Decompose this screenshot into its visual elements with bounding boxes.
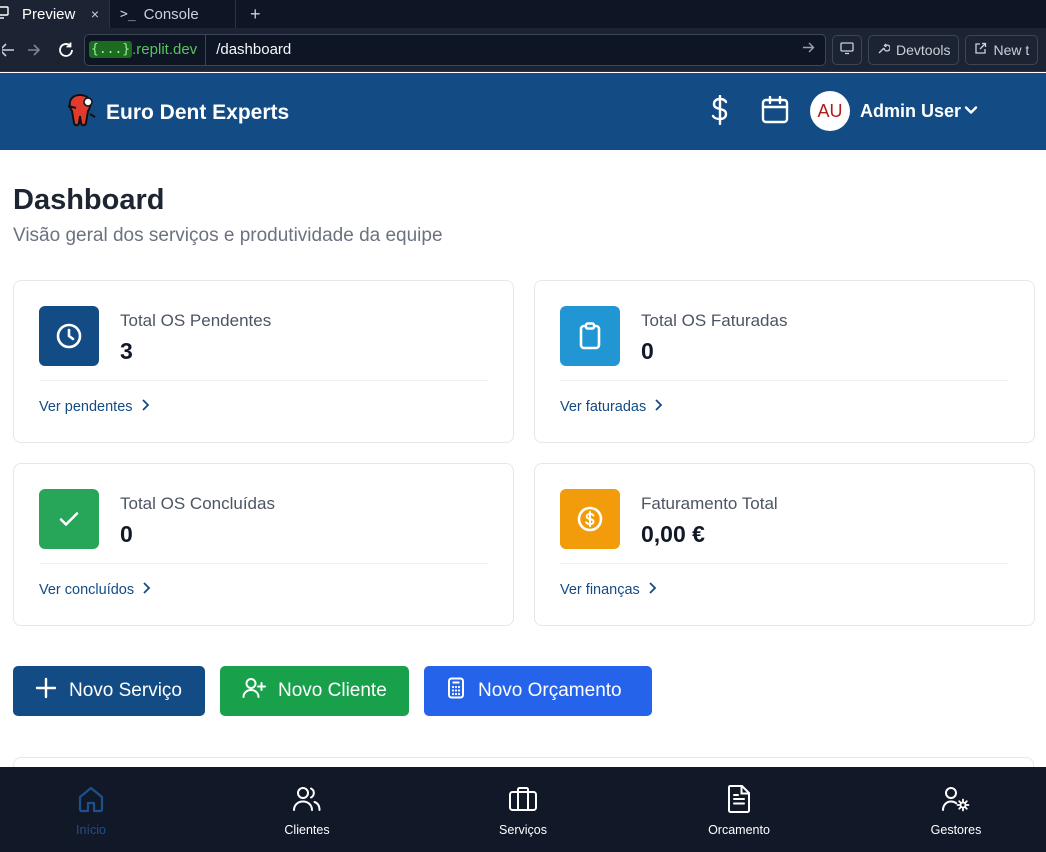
novo-orcamento-button[interactable]: Novo Orçamento: [424, 666, 652, 716]
clipboard-icon: [560, 306, 620, 366]
page-subtitle: Visão geral dos serviços e produtividade…: [13, 225, 443, 246]
browser-url-bar: {...} .replit.dev /dashboard Devtools Ne…: [0, 28, 1046, 72]
tooth-logo-icon: [64, 92, 98, 133]
plus-icon: [35, 677, 57, 705]
dollar-coin-icon: [560, 489, 620, 549]
nav-label: Gestores: [930, 823, 982, 837]
check-icon: [39, 489, 99, 549]
file-text-icon: [726, 784, 752, 814]
tab-console[interactable]: >_ Console: [110, 0, 236, 28]
users-icon: [292, 784, 322, 814]
forward-arrow-icon[interactable]: [18, 34, 50, 66]
external-link-icon: [974, 42, 987, 58]
chevron-right-icon: [654, 399, 663, 415]
user-plus-icon: [242, 677, 266, 705]
clock-icon: [39, 306, 99, 366]
tab-label: Console: [143, 5, 199, 23]
card-value: 3: [120, 338, 133, 364]
nav-item-gestores[interactable]: Gestores: [896, 767, 1016, 852]
new-tab-button[interactable]: +: [236, 0, 275, 28]
divider: [39, 380, 488, 381]
url-domain-text: .replit.dev: [132, 41, 198, 58]
url-field[interactable]: {...} .replit.dev /dashboard: [84, 33, 826, 66]
brand-title: Euro Dent Experts: [106, 100, 290, 124]
wrench-icon: [877, 42, 891, 58]
page-title: Dashboard: [13, 184, 165, 216]
ver-concluidos-link[interactable]: Ver concluídos: [39, 582, 151, 598]
stat-card-faturamento: Faturamento Total 0,00 € Ver finanças: [534, 463, 1035, 626]
divider: [560, 563, 1009, 564]
divider: [39, 563, 488, 564]
brand[interactable]: Euro Dent Experts: [64, 92, 289, 133]
novo-cliente-button[interactable]: Novo Cliente: [220, 666, 409, 716]
ver-financas-link[interactable]: Ver finanças: [560, 582, 657, 598]
button-label: Novo Serviço: [69, 680, 182, 701]
ver-faturadas-link[interactable]: Ver faturadas: [560, 399, 663, 415]
bottom-nav: Início Clientes Serviços Orcamento Gesto…: [0, 767, 1046, 852]
tab-label: Preview: [22, 5, 76, 23]
nav-item-orcamento[interactable]: Orcamento: [679, 767, 799, 852]
calendar-icon[interactable]: [760, 94, 790, 126]
nav-label: Clientes: [284, 823, 330, 837]
card-value: 0: [120, 521, 133, 547]
card-label: Total OS Pendentes: [120, 311, 272, 330]
chevron-down-icon[interactable]: [963, 102, 979, 123]
devtools-button[interactable]: Devtools: [868, 34, 960, 65]
user-gear-icon: [941, 784, 971, 814]
new-tab-label: New t: [993, 41, 1030, 58]
url-domain: {...} .replit.dev: [85, 34, 207, 65]
stat-card-faturadas: Total OS Faturadas 0 Ver faturadas: [534, 280, 1035, 443]
ver-pendentes-link[interactable]: Ver pendentes: [39, 399, 150, 415]
nav-label: Início: [76, 823, 106, 837]
device-preview-button[interactable]: [832, 34, 862, 65]
novo-servico-button[interactable]: Novo Serviço: [13, 666, 205, 716]
reload-icon[interactable]: [50, 34, 82, 66]
card-link-label: Ver finanças: [560, 582, 640, 598]
go-arrow-icon[interactable]: [802, 41, 825, 59]
button-label: Novo Cliente: [278, 680, 387, 701]
nav-item-servicos[interactable]: Serviços: [463, 767, 583, 852]
button-label: Novo Orçamento: [478, 680, 622, 701]
dollar-icon[interactable]: [705, 94, 735, 126]
monitor-icon: [0, 5, 14, 23]
card-value: 0,00 €: [641, 521, 705, 547]
chevron-right-icon: [141, 399, 150, 415]
browser-tab-bar: Preview × >_ Console +: [0, 0, 1046, 28]
url-path: /dashboard: [216, 41, 292, 58]
home-icon: [77, 784, 105, 814]
url-domain-badge: {...}: [89, 41, 133, 58]
chevron-right-icon: [142, 582, 151, 598]
tab-preview[interactable]: Preview ×: [0, 0, 110, 28]
stat-card-concluidas: Total OS Concluídas 0 Ver concluídos: [13, 463, 514, 626]
close-icon[interactable]: ×: [91, 6, 99, 22]
terminal-icon: >_: [120, 6, 136, 22]
card-value: 0: [641, 338, 654, 364]
card-label: Total OS Concluídas: [120, 494, 275, 513]
calculator-icon: [446, 677, 466, 705]
new-tab-link-button[interactable]: New t: [965, 34, 1039, 65]
card-link-label: Ver concluídos: [39, 582, 135, 598]
avatar-initials: AU: [817, 100, 843, 121]
nav-item-inicio[interactable]: Início: [31, 767, 151, 852]
card-label: Faturamento Total: [641, 494, 778, 513]
back-arrow-icon[interactable]: [0, 34, 18, 66]
briefcase-icon: [508, 784, 538, 814]
nav-item-clientes[interactable]: Clientes: [247, 767, 367, 852]
divider: [560, 380, 1009, 381]
nav-label: Orcamento: [708, 823, 770, 837]
devtools-label: Devtools: [896, 41, 951, 58]
card-link-label: Ver faturadas: [560, 399, 647, 415]
monitor-icon: [840, 41, 854, 58]
user-name[interactable]: Admin User: [860, 101, 961, 122]
avatar[interactable]: AU: [810, 91, 850, 131]
card-link-label: Ver pendentes: [39, 399, 133, 415]
chevron-right-icon: [648, 582, 657, 598]
card-label: Total OS Faturadas: [641, 311, 788, 330]
stat-card-pendentes: Total OS Pendentes 3 Ver pendentes: [13, 280, 514, 443]
nav-label: Serviços: [499, 823, 547, 837]
